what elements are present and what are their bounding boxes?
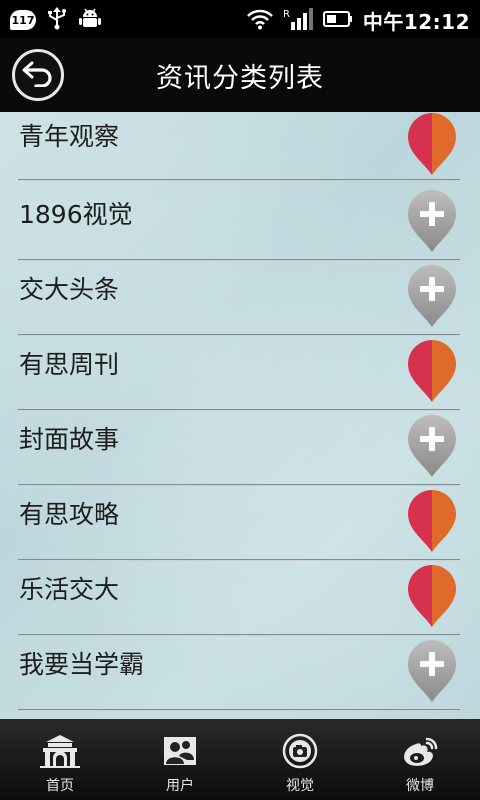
row-divider	[18, 259, 460, 261]
subscribed-pin-icon[interactable]	[406, 490, 458, 554]
wifi-icon	[246, 8, 273, 34]
category-list: 青年观察 1896视觉 交大头条 有思周刊 封面故事 有思攻略 乐活交大 我要当…	[0, 112, 480, 719]
screen: 117 R 中午12:12 资讯分类列表 青年观察 1896视觉 交大头条 有思…	[0, 0, 480, 800]
row-divider	[18, 634, 460, 636]
category-row[interactable]: 交大头条	[0, 262, 480, 337]
tab-label: 首页	[46, 778, 74, 794]
signal-icon: R	[283, 7, 313, 35]
weibo-icon	[400, 733, 440, 769]
tab-user[interactable]: 用户	[120, 719, 240, 800]
row-divider	[18, 559, 460, 561]
category-label: 封面故事	[19, 425, 120, 454]
category-row[interactable]: 有思攻略	[0, 487, 480, 562]
notification-badge: 117	[10, 10, 36, 30]
tab-weibo[interactable]: 微博	[360, 719, 480, 800]
android-debug-icon	[78, 6, 102, 34]
category-row[interactable]: 我要当学霸	[0, 637, 480, 712]
category-label: 青年观察	[19, 122, 120, 151]
usb-icon	[46, 6, 68, 34]
svg-text:R: R	[283, 9, 290, 20]
category-label: 交大头条	[19, 275, 120, 304]
row-divider	[18, 409, 460, 411]
add-pin-icon[interactable]	[406, 265, 458, 329]
subscribed-pin-icon[interactable]	[406, 565, 458, 629]
tab-visual[interactable]: 视觉	[240, 719, 360, 800]
row-divider	[18, 179, 460, 181]
category-label: 有思周刊	[19, 350, 120, 379]
row-divider	[18, 709, 460, 711]
category-row[interactable]: 封面故事	[0, 412, 480, 487]
page-title: 资讯分类列表	[156, 63, 324, 94]
battery-icon	[322, 10, 353, 32]
category-row[interactable]: 有思周刊	[0, 337, 480, 412]
gate-icon	[40, 733, 80, 769]
bottom-tab-bar: 首页 用户 视觉 微博	[0, 719, 480, 800]
subscribed-pin-icon[interactable]	[406, 113, 458, 177]
category-label: 乐活交大	[19, 575, 120, 604]
add-pin-icon[interactable]	[406, 190, 458, 254]
category-label: 我要当学霸	[19, 650, 145, 679]
tab-label: 用户	[166, 778, 194, 794]
title-bar: 资讯分类列表	[0, 38, 480, 112]
category-row[interactable]: 青年观察	[0, 112, 480, 187]
tab-label: 微博	[406, 778, 434, 794]
users-icon	[160, 733, 200, 769]
category-row[interactable]: 1896视觉	[0, 187, 480, 262]
category-row[interactable]: 乐活交大	[0, 562, 480, 637]
category-label: 1896视觉	[19, 200, 133, 229]
row-divider	[18, 484, 460, 486]
tab-label: 视觉	[286, 778, 314, 794]
add-pin-icon[interactable]	[406, 640, 458, 704]
category-label: 有思攻略	[19, 500, 120, 529]
subscribed-pin-icon[interactable]	[406, 340, 458, 404]
row-divider	[18, 334, 460, 336]
status-bar: 117 R 中午12:12	[0, 0, 480, 38]
tab-home[interactable]: 首页	[0, 719, 120, 800]
status-time: 中午12:12	[362, 10, 470, 34]
camera-icon	[280, 733, 320, 769]
add-pin-icon[interactable]	[406, 415, 458, 479]
